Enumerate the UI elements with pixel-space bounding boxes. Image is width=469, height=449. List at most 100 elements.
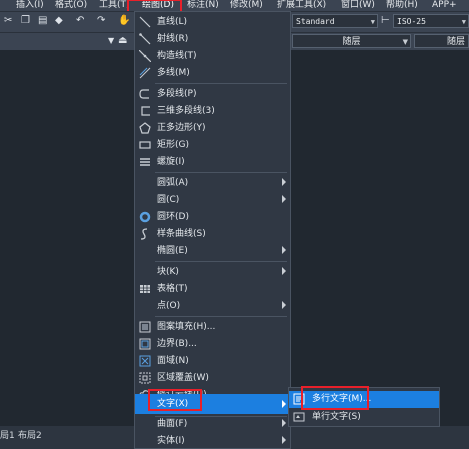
menu-tools[interactable]: 工具(T) [99,0,130,11]
annotation-box-text-item [148,389,202,411]
menu-item-label: 射线(R) [157,34,189,44]
menu-item-label: 圆(C) [157,195,180,205]
match-properties-icon[interactable]: ◆ [55,13,63,29]
linetype-value: 随层 [342,37,361,47]
xline-icon [139,50,151,62]
polygon-icon [139,122,151,134]
chevron-down-icon: ▼ [402,38,408,46]
menu-item-label: 曲面(F) [157,419,188,429]
layer-icon[interactable]: ⏏ [118,33,127,49]
menu-item-label: 正多边形(Y) [157,123,206,133]
table-icon [140,285,150,293]
redo-icon[interactable]: ↷ [97,13,105,29]
menu-item-hatch[interactable]: 图案填充(H)... [135,319,290,335]
menu-item-label: 直线(L) [157,17,188,27]
submenu-arrow-icon [282,301,286,309]
menu-item-label: 圆环(D) [157,212,189,222]
linetype-dropdown[interactable]: 随层 ▼ [292,34,411,48]
menu-item-label: 椭圆(E) [157,246,188,256]
menu-item-polyline[interactable]: 多段线(P) [135,86,290,102]
annotation-box-mtext-item [301,386,369,410]
dim-style-value: ISO-25 [397,17,426,26]
menu-item-helix[interactable]: 螺旋(I) [135,154,290,170]
spline-icon [140,228,148,240]
text-style-value: Standard [296,17,335,26]
tab-layout1[interactable]: 局1 [0,428,15,441]
hatch-icon [139,321,151,333]
menu-item-label: 区域覆盖(W) [157,373,209,383]
wipeout-icon [139,372,151,384]
submenu-arrow-icon [282,195,286,203]
copy-icon[interactable]: ❐ [21,13,30,29]
rectangle-icon [139,141,151,149]
chevron-down-icon: ▼ [461,18,466,26]
menu-item-solid[interactable]: 实体(I) [135,433,290,449]
menu-item-construction-line[interactable]: 构造线(T) [135,48,290,64]
submenu-arrow-icon [282,400,286,408]
menu-item-block[interactable]: 块(K) [135,264,290,280]
menu-item-donut[interactable]: 圆环(D) [135,209,290,225]
menu-item-surface[interactable]: 曲面(F) [135,416,290,432]
menu-item-label: 多段线(P) [157,89,197,99]
submenu-arrow-icon [282,436,286,444]
menu-help[interactable]: 帮助(H) [386,0,418,11]
menu-item-label: 图案填充(H)... [157,322,216,332]
menu-item-label: 圆弧(A) [157,178,189,188]
menu-item-ray[interactable]: 射线(R) [135,31,290,47]
chevron-down-icon[interactable]: ▼ [108,33,114,49]
menu-modify[interactable]: 修改(M) [230,0,263,11]
polyline-icon [139,89,149,99]
menu-item-label: 边界(B)... [157,339,197,349]
region-icon [139,355,151,367]
menu-item-ellipse[interactable]: 椭圆(E) [135,243,290,259]
menu-item-table[interactable]: 表格(T) [135,281,290,297]
lineweight-value: 随层 [446,37,465,47]
menu-item-circle[interactable]: 圆(C) [135,192,290,208]
tab-layout2[interactable]: 布局2 [18,428,42,441]
pan-icon[interactable]: ✋ [118,13,130,29]
menu-item-point[interactable]: 点(O) [135,298,290,314]
menu-format[interactable]: 格式(O) [55,0,87,11]
menu-item-rectangle[interactable]: 矩形(G) [135,137,290,153]
cut-icon[interactable]: ✂ [4,13,12,29]
undo-icon[interactable]: ↶ [76,13,84,29]
menu-item-multiline[interactable]: 多线(M) [135,65,290,81]
line-icon [139,16,151,28]
lineweight-dropdown[interactable]: 随层 [414,34,469,48]
menu-item-boundary[interactable]: 边界(B)... [135,336,290,352]
menu-item-wipeout[interactable]: 区域覆盖(W) [135,370,290,386]
menu-app-plus[interactable]: APP+ [432,0,457,11]
text-icon [293,412,305,422]
menu-item-arc[interactable]: 圆弧(A) [135,175,290,191]
menu-dimension[interactable]: 标注(N) [187,0,219,11]
text-style-dropdown[interactable]: Standard ▼ [292,14,378,28]
chevron-down-icon: ▼ [370,18,375,26]
helix-icon [140,158,150,166]
menu-item-label: 块(K) [157,267,179,277]
menu-window[interactable]: 窗口(W) [341,0,375,11]
menu-item-label: 样条曲线(S) [157,229,206,239]
submenu-item-label: 单行文字(S) [312,412,361,422]
menu-item-3d-polyline[interactable]: 三维多段线(3) [135,103,290,119]
menu-item-label: 实体(I) [157,436,185,446]
submenu-arrow-icon [282,246,286,254]
boundary-icon [139,338,151,350]
menu-express-tools[interactable]: 扩展工具(X) [277,0,326,11]
menu-item-polygon[interactable]: 正多边形(Y) [135,120,290,136]
submenu-arrow-icon [282,178,286,186]
ray-icon [139,33,151,45]
paste-icon[interactable]: ▤ [38,13,47,29]
menu-item-region[interactable]: 面域(N) [135,353,290,369]
menu-separator [155,172,287,173]
menu-item-spline[interactable]: 样条曲线(S) [135,226,290,242]
dim-style-icon: ⊢ [381,15,390,26]
menu-item-line[interactable]: 直线(L) [135,14,290,30]
menu-bar: 插入(I) 格式(O) 工具(T) 绘图(D) 标注(N) 修改(M) 扩展工具… [0,0,469,11]
submenu-item-single-line-text[interactable]: 单行文字(S) [289,409,439,426]
menu-item-label: 多线(M) [157,68,190,78]
menu-separator [155,261,287,262]
mline-icon [139,67,151,79]
3d-polyline-icon [141,106,150,116]
menu-insert[interactable]: 插入(I) [16,0,44,11]
dim-style-dropdown[interactable]: ISO-25 ▼ [393,14,469,28]
